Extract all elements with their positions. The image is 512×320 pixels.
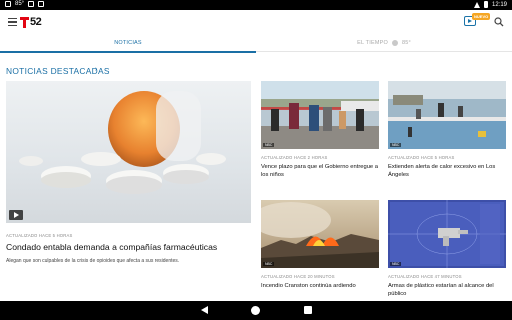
tab-weather-temp: 85° <box>401 40 411 46</box>
featured-headline[interactable]: Condado entabla demanda a compañías farm… <box>6 242 251 252</box>
app-bar: 52 NUEVO <box>0 10 512 34</box>
home-icon[interactable] <box>251 306 260 315</box>
fountain-illustration <box>388 81 506 149</box>
pills-illustration <box>19 91 226 194</box>
notification-icon-2 <box>28 1 35 7</box>
tab-noticias[interactable]: NOTICIAS <box>0 34 256 53</box>
card-headline-4[interactable]: Armas de plástico estarían al alcance de… <box>388 282 506 298</box>
wildfire-illustration <box>261 200 379 268</box>
card-image-3[interactable]: NBC <box>261 200 379 268</box>
card-timestamp-1: ACTUALIZADO HACE 2 HORAS <box>261 155 328 160</box>
card-timestamp-3: ACTUALIZADO HACE 20 MINUTOS <box>261 274 335 279</box>
nbc-tag: NBC <box>390 262 402 266</box>
chevron-right-icon[interactable]: › <box>95 66 97 73</box>
telemundo-logo: 52 <box>20 15 42 29</box>
sun-icon <box>391 40 398 46</box>
card-timestamp-4: ACTUALIZADO HACE 47 MINUTOS <box>388 274 462 279</box>
featured-timestamp: ACTUALIZADO HACE 5 HORAS <box>6 233 73 238</box>
logo-number: 52 <box>30 16 42 28</box>
status-bar: 85° 12:19 <box>0 0 512 10</box>
play-video-icon[interactable] <box>9 210 23 220</box>
status-time: 12:19 <box>491 1 507 8</box>
card-image-4[interactable]: NBC <box>388 200 506 268</box>
telemundo-t-icon <box>20 16 29 28</box>
3d-gun-model-illustration <box>388 200 506 268</box>
tab-el-tiempo-label: EL TIEMPO <box>357 40 388 46</box>
border-crowd-illustration <box>261 81 379 149</box>
notification-icon <box>5 1 11 7</box>
card-image-2[interactable]: NBC <box>388 81 506 149</box>
status-right: 12:19 <box>473 1 507 8</box>
battery-icon <box>483 1 488 8</box>
featured-summary: Alegan que son culpables de la crisis de… <box>6 258 180 264</box>
menu-icon[interactable] <box>8 18 17 27</box>
tab-noticias-label: NOTICIAS <box>114 40 142 46</box>
nbc-tag: NBC <box>390 143 402 147</box>
featured-image[interactable] <box>6 81 251 223</box>
tab-el-tiempo[interactable]: EL TIEMPO 85° <box>256 34 512 52</box>
status-left: 85° <box>5 1 45 7</box>
card-image-1[interactable]: NBC <box>261 81 379 149</box>
new-badge: NUEVO <box>472 13 491 20</box>
tab-bar: NOTICIAS EL TIEMPO 85° <box>0 34 512 53</box>
nbc-tag: NBC <box>263 143 275 147</box>
recent-apps-icon[interactable] <box>304 306 312 314</box>
back-icon[interactable] <box>201 306 208 314</box>
card-headline-3[interactable]: Incendio Cranston continúa ardiendo <box>261 282 379 290</box>
card-timestamp-2: ACTUALIZADO HACE 5 HORAS <box>388 155 455 160</box>
android-nav-bar <box>0 301 512 320</box>
card-headline-2[interactable]: Extienden alerta de calor excesivo en Lo… <box>388 163 506 179</box>
search-icon[interactable] <box>494 17 504 27</box>
card-headline-1[interactable]: Vence plazo para que el Gobierno entregu… <box>261 163 379 179</box>
wifi-icon <box>473 1 480 8</box>
notification-icon-3 <box>38 1 45 7</box>
status-temperature: 85° <box>15 1 25 7</box>
nbc-tag: NBC <box>263 262 275 266</box>
